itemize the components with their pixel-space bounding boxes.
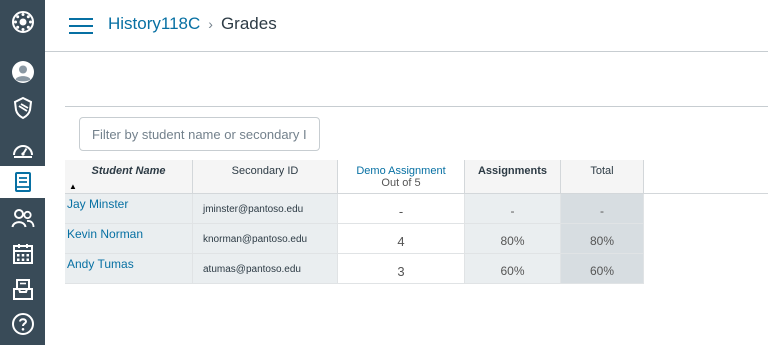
breadcrumb-current-page: Grades: [220, 14, 277, 33]
inbox-icon[interactable]: [0, 274, 45, 306]
grade-cell[interactable]: -: [338, 194, 465, 224]
hamburger-menu-icon[interactable]: [69, 15, 93, 35]
sort-ascending-icon[interactable]: ▲: [69, 182, 77, 191]
total-cell: 60%: [561, 254, 644, 284]
calendar-icon[interactable]: [0, 238, 45, 270]
secondary-id-cell: atumas@pantoso.edu: [193, 254, 338, 284]
breadcrumb-separator: ›: [208, 16, 213, 32]
student-name-link[interactable]: Andy Tumas: [65, 254, 193, 284]
assignments-cell: 80%: [465, 224, 561, 254]
admin-shield-icon[interactable]: [0, 92, 45, 124]
student-filter-input[interactable]: [79, 117, 320, 151]
student-name-header-label: Student Name: [91, 165, 166, 177]
groups-icon[interactable]: [0, 202, 45, 234]
page-header: History118C › Grades: [45, 0, 768, 52]
toolbar-divider: [65, 106, 768, 107]
courses-icon[interactable]: [0, 166, 45, 198]
help-icon[interactable]: [0, 308, 45, 340]
grade-cell[interactable]: 4: [338, 224, 465, 254]
assignments-cell: 60%: [465, 254, 561, 284]
global-nav: [0, 0, 45, 345]
column-header-assignments[interactable]: Assignments: [465, 160, 561, 194]
student-name-link[interactable]: Kevin Norman: [65, 224, 193, 254]
demo-assignment-link[interactable]: Demo Assignment: [338, 165, 464, 177]
secondary-id-cell: jminster@pantoso.edu: [193, 194, 338, 224]
column-header-total[interactable]: Total: [561, 160, 644, 194]
secondary-id-cell: knorman@pantoso.edu: [193, 224, 338, 254]
column-header-demo-assignment[interactable]: Demo Assignment Out of 5: [338, 160, 465, 194]
secondary-id-header-label: Secondary ID: [231, 165, 299, 177]
grade-cell[interactable]: 3: [338, 254, 465, 284]
logo-icon[interactable]: [0, 6, 45, 38]
demo-assignment-points: Out of 5: [381, 177, 421, 189]
account-icon[interactable]: [0, 56, 45, 88]
total-header-label: Total: [590, 165, 614, 177]
breadcrumb: History118C › Grades: [108, 14, 277, 34]
breadcrumb-course-link[interactable]: History118C: [108, 14, 200, 34]
total-cell: -: [561, 194, 644, 224]
header-filler: [644, 160, 768, 194]
student-name-link[interactable]: Jay Minster: [65, 194, 193, 224]
column-header-student-name[interactable]: Student Name ▲: [65, 160, 193, 194]
column-header-secondary-id[interactable]: Secondary ID: [193, 160, 338, 194]
dashboard-icon[interactable]: [0, 134, 45, 166]
assignments-header-label: Assignments: [477, 165, 548, 177]
total-cell: 80%: [561, 224, 644, 254]
assignments-cell: -: [465, 194, 561, 224]
